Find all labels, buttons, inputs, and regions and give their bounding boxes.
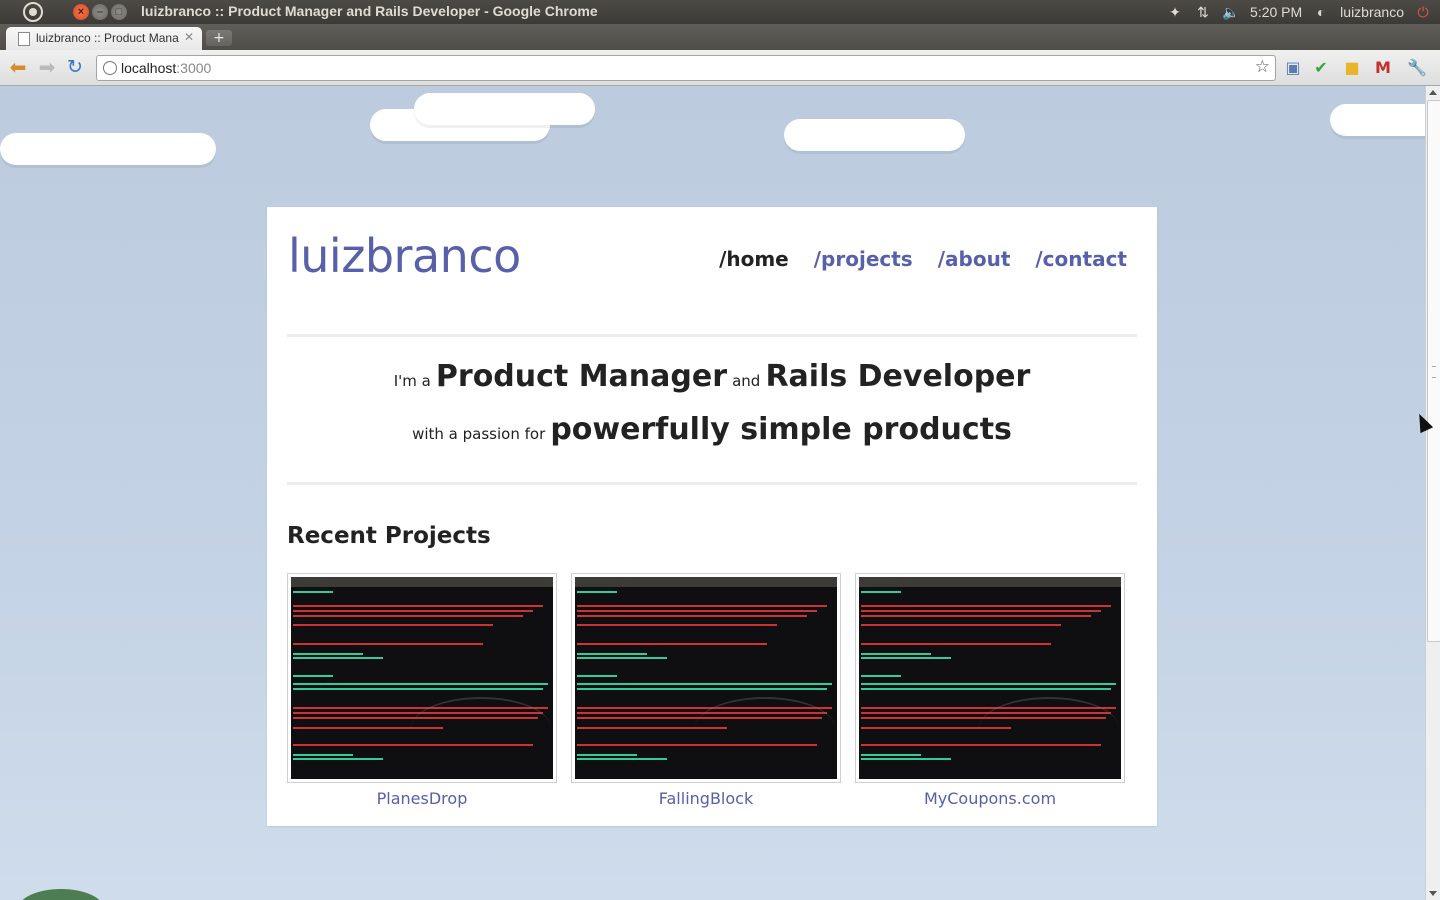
recent-projects-heading: Recent Projects [287, 523, 491, 549]
browser-tab[interactable]: luizbranco :: Product Mana ✕ [6, 27, 202, 50]
power-icon[interactable]: ⏻ [1414, 3, 1432, 21]
main-nav: /home /projects /about /contact [719, 247, 1127, 271]
user-icon: ◐ [1316, 4, 1326, 20]
nav-about[interactable]: /about [938, 247, 1011, 271]
dropbox-icon[interactable]: ✦ [1166, 3, 1184, 21]
window-close-button[interactable]: × [73, 4, 89, 20]
content-card: luizbranco /home /projects /about /conta… [267, 207, 1157, 826]
cloud-decoration [1330, 104, 1425, 136]
terminal-screenshot [859, 577, 1121, 779]
extension-check-icon[interactable]: ✔ [1311, 58, 1331, 78]
window-minimize-button[interactable]: – [92, 4, 108, 20]
bookmark-star-icon[interactable]: ☆ [1255, 57, 1270, 77]
network-icon[interactable]: ⇅ [1194, 3, 1212, 21]
window-maximize-button[interactable]: □ [111, 4, 127, 20]
project-thumbnail[interactable] [855, 573, 1125, 783]
clock[interactable]: 5:20 PM [1250, 4, 1302, 20]
nav-projects[interactable]: /projects [814, 247, 913, 271]
terminal-screenshot [575, 577, 837, 779]
window-title: luizbranco :: Product Manager and Rails … [141, 3, 598, 19]
url-text: localhost:3000 [121, 60, 212, 76]
address-bar[interactable]: localhost:3000 ☆ [96, 55, 1276, 81]
tab-title: luizbranco :: Product Mana [36, 31, 179, 45]
os-top-panel: × – □ luizbranco :: Product Manager and … [0, 0, 1440, 24]
scrollbar-thumb[interactable] [1427, 100, 1440, 642]
reload-button[interactable]: ↻ [64, 56, 86, 78]
tagline-line-2: with a passion for powerfully simple pro… [412, 412, 1012, 447]
page-viewport: luizbranco /home /projects /about /conta… [0, 86, 1425, 900]
divider [287, 334, 1137, 337]
tagline-line-1: I'm a Product Manager and Rails Develope… [393, 359, 1031, 394]
site-logo[interactable]: luizbranco [288, 229, 521, 283]
browser-toolbar: ⬅ ➡ ↻ localhost:3000 ☆ ▣ ✔ ■ M 🔧 [0, 50, 1440, 86]
volume-icon[interactable]: 🔈 [1222, 3, 1240, 21]
ubuntu-logo-icon[interactable] [23, 2, 43, 22]
project-thumbnail[interactable] [287, 573, 557, 783]
divider [287, 482, 1137, 485]
project-card: MyCoupons.com [855, 573, 1125, 808]
forward-button[interactable]: ➡ [36, 56, 58, 78]
tab-close-icon[interactable]: ✕ [184, 30, 194, 44]
page-favicon-icon [18, 32, 30, 46]
extension-note-icon[interactable]: ■ [1342, 58, 1362, 78]
nav-home[interactable]: /home [719, 247, 789, 271]
globe-icon [103, 61, 117, 75]
scroll-up-arrow-icon[interactable] [1429, 90, 1437, 95]
project-thumbnail[interactable] [571, 573, 841, 783]
vertical-scrollbar[interactable] [1425, 86, 1440, 900]
terminal-screenshot [291, 577, 553, 779]
new-tab-button[interactable]: + [206, 30, 232, 46]
system-tray: ✦ ⇅ 🔈 5:20 PM ◐ luizbranco ⏻ [1166, 0, 1440, 24]
browser-tab-strip: luizbranco :: Product Mana ✕ + [0, 24, 1440, 50]
project-link-planesdrop[interactable]: PlanesDrop [287, 789, 557, 808]
cloud-decoration [784, 119, 965, 151]
back-button[interactable]: ⬅ [7, 56, 29, 78]
scroll-down-arrow-icon[interactable] [1429, 891, 1437, 896]
wrench-menu-icon[interactable]: 🔧 [1407, 58, 1427, 78]
project-link-mycoupons[interactable]: MyCoupons.com [855, 789, 1125, 808]
hill-decoration [18, 889, 104, 900]
cloud-decoration [0, 133, 216, 165]
session-user[interactable]: luizbranco [1340, 4, 1404, 20]
cloud-decoration [414, 93, 595, 125]
gmail-icon[interactable]: M [1373, 58, 1393, 78]
extension-window-icon[interactable]: ▣ [1283, 58, 1303, 78]
project-card: FallingBlock [571, 573, 841, 808]
project-link-fallingblock[interactable]: FallingBlock [571, 789, 841, 808]
project-card: PlanesDrop [287, 573, 557, 808]
nav-contact[interactable]: /contact [1035, 247, 1127, 271]
